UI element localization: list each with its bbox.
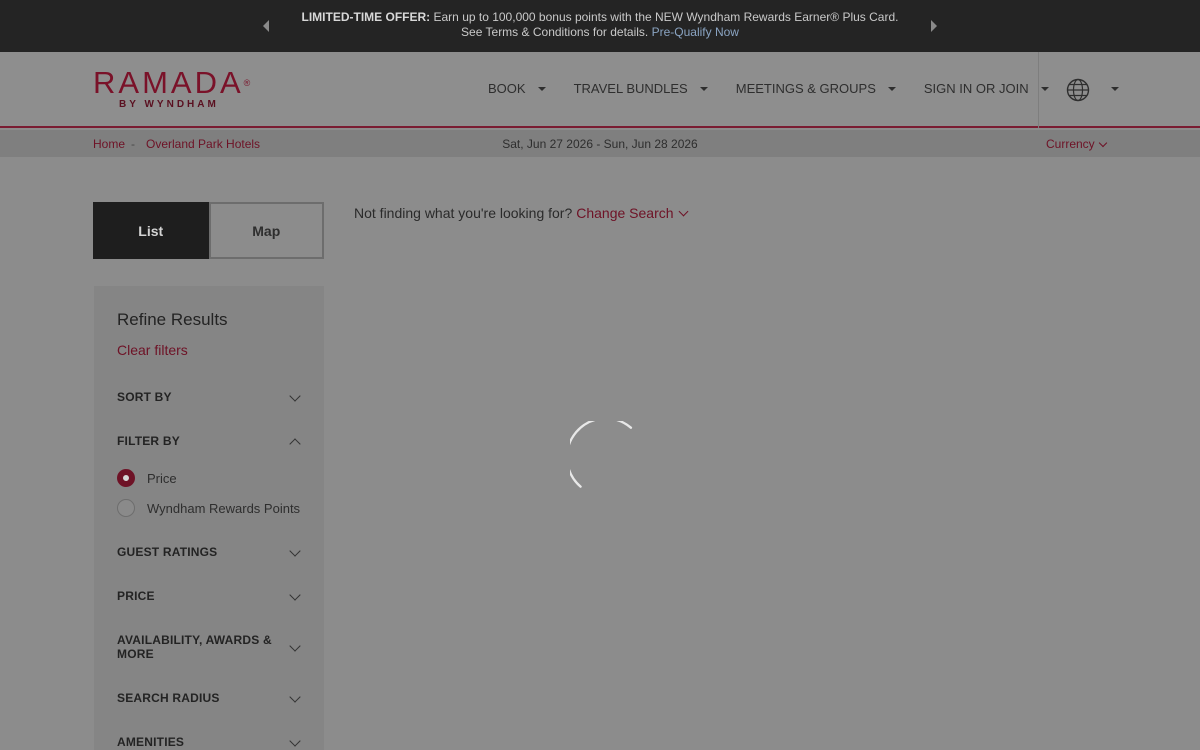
- chevron-down-icon: [289, 691, 301, 703]
- caret-down-icon: [1040, 86, 1049, 91]
- chevron-down-icon: [289, 390, 301, 402]
- refine-title: Refine Results: [117, 310, 228, 329]
- promo-prequalify-link[interactable]: Pre-Qualify Now: [652, 25, 739, 39]
- promo-bold: LIMITED-TIME OFFER:: [301, 10, 431, 24]
- caret-down-icon: [537, 86, 546, 91]
- promo-next-arrow-icon[interactable]: [931, 20, 937, 32]
- loading-spinner-icon: [570, 421, 633, 488]
- filter-option-price-label: Price: [147, 470, 177, 486]
- promo-prev-arrow-icon[interactable]: [263, 20, 269, 32]
- section-guest-ratings-label: GUEST RATINGS: [117, 545, 218, 559]
- filter-option-points-label: Wyndham Rewards Points: [147, 500, 301, 516]
- currency-dropdown[interactable]: Currency: [1046, 137, 1107, 151]
- nav-sign-in-label: SIGN IN OR JOIN: [923, 81, 1029, 96]
- change-search-link[interactable]: Change Search: [576, 205, 673, 221]
- section-filter-by-label: FILTER BY: [117, 434, 180, 448]
- section-price-label: PRICE: [117, 589, 155, 603]
- chevron-down-icon: [289, 589, 301, 601]
- radio-checked-icon[interactable]: [117, 469, 135, 487]
- section-search-radius[interactable]: SEARCH RADIUS: [117, 691, 303, 705]
- nav-book-label: BOOK: [488, 81, 526, 96]
- section-amenities[interactable]: AMENITIES: [117, 735, 303, 749]
- not-finding-prompt: Not finding what you're looking for? Cha…: [354, 205, 688, 221]
- language-caret-icon[interactable]: [1111, 87, 1119, 91]
- logo-main: RAMADA: [93, 65, 244, 100]
- clear-filters-link[interactable]: Clear filters: [117, 342, 188, 358]
- filter-option-price[interactable]: Price: [117, 469, 177, 487]
- nav-meetings-groups-label: MEETINGS & GROUPS: [735, 81, 876, 96]
- section-price[interactable]: PRICE: [117, 589, 303, 603]
- logo-reg: ®: [243, 78, 251, 88]
- chevron-down-icon[interactable]: [678, 206, 688, 217]
- section-amenities-label: AMENITIES: [117, 735, 185, 749]
- radio-unchecked-icon[interactable]: [117, 499, 135, 517]
- stay-dates: Sat, Jun 27 2026 - Sun, Jun 28 2026: [502, 137, 698, 151]
- chevron-down-icon: [289, 545, 301, 557]
- logo-sub: BY WYNDHAM: [119, 99, 219, 110]
- site-header: RAMADA® BY WYNDHAM BOOK TRAVEL BUNDLES M…: [0, 52, 1200, 128]
- ramada-logo[interactable]: RAMADA® BY WYNDHAM: [93, 65, 251, 112]
- nav-travel-bundles-label: TRAVEL BUNDLES: [573, 81, 688, 96]
- caret-down-icon: [887, 86, 896, 91]
- list-view-button[interactable]: List: [93, 202, 209, 259]
- filter-option-points[interactable]: Wyndham Rewards Points: [117, 499, 300, 517]
- section-availability[interactable]: AVAILABILITY, AWARDS & MORE: [117, 633, 303, 661]
- section-search-radius-label: SEARCH RADIUS: [117, 691, 220, 705]
- chevron-down-icon: [289, 640, 301, 652]
- chevron-down-icon: [289, 735, 301, 747]
- not-finding-text: Not finding what you're looking for?: [354, 205, 573, 221]
- section-filter-by[interactable]: FILTER BY: [117, 434, 303, 450]
- main-nav: BOOK TRAVEL BUNDLES MEETINGS & GROUPS SI…: [488, 81, 1077, 96]
- promo-banner: LIMITED-TIME OFFER: Earn up to 100,000 b…: [0, 0, 1200, 52]
- caret-down-icon: [699, 86, 708, 91]
- section-sort-by-label: SORT BY: [117, 390, 172, 404]
- promo-text: LIMITED-TIME OFFER: Earn up to 100,000 b…: [290, 10, 910, 40]
- currency-label: Currency: [1046, 137, 1095, 151]
- section-guest-ratings[interactable]: GUEST RATINGS: [117, 545, 303, 559]
- globe-icon[interactable]: [1066, 78, 1090, 102]
- refine-results-panel: Refine Results Clear filters SORT BY FIL…: [94, 286, 324, 750]
- nav-meetings-groups[interactable]: MEETINGS & GROUPS: [736, 81, 896, 96]
- chevron-up-icon: [289, 438, 301, 450]
- nav-sign-in[interactable]: SIGN IN OR JOIN: [924, 81, 1049, 96]
- nav-book[interactable]: BOOK: [488, 81, 546, 96]
- view-toggle: List Map: [93, 202, 324, 259]
- section-availability-label: AVAILABILITY, AWARDS & MORE: [117, 633, 272, 661]
- chevron-down-icon: [1098, 138, 1107, 147]
- header-divider: [1038, 52, 1039, 128]
- map-view-button[interactable]: Map: [208, 202, 324, 259]
- section-sort-by[interactable]: SORT BY: [117, 390, 303, 404]
- breadcrumb-bar: Home - Overland Park Hotels Sat, Jun 27 …: [0, 130, 1200, 157]
- nav-travel-bundles[interactable]: TRAVEL BUNDLES: [574, 81, 708, 96]
